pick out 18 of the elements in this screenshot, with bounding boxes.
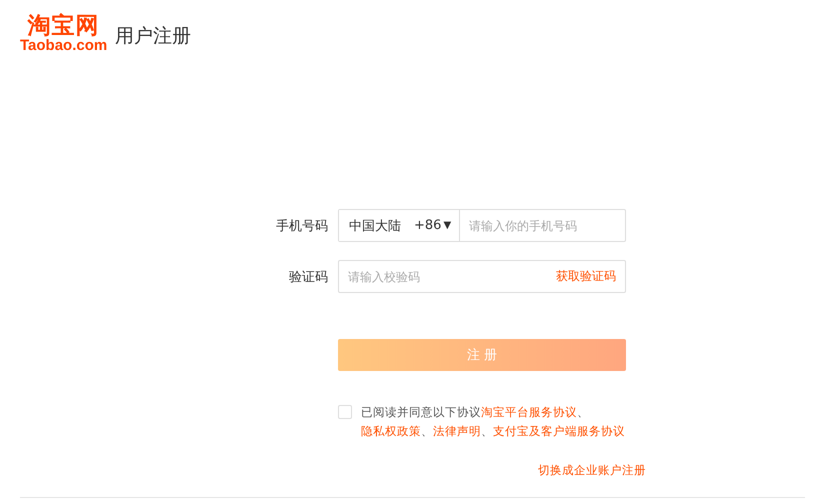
page-title: 用户注册	[115, 24, 192, 48]
agreement-link[interactable]: 法律声明	[433, 424, 481, 438]
field-label: 验证码	[288, 268, 329, 286]
agree-checkbox[interactable]	[338, 405, 352, 419]
captcha-field[interactable]: 请输入校验码 获取验证码	[338, 260, 626, 293]
agreement-link[interactable]: 隐私权政策	[361, 424, 421, 438]
separator: 、	[481, 424, 493, 438]
agreement-link[interactable]: 淘宝平台服务协议	[481, 405, 577, 419]
agreement-text: 已阅读并同意以下协议	[361, 405, 481, 419]
separator: 、	[421, 424, 433, 438]
get-code-link[interactable]: 获取验证码	[556, 268, 625, 285]
phone-field[interactable]: 中国大陆 +86▼ 请输入你的手机号码	[338, 209, 626, 242]
agreement-link[interactable]: 支付宝及客户端服务协议	[493, 424, 625, 438]
region-select[interactable]: 中国大陆 +86▼	[339, 210, 460, 241]
field-label: 手机号码	[275, 218, 329, 234]
enterprise-register-link[interactable]: 切换成企业账户注册	[538, 463, 646, 478]
taobao-logo[interactable]: 淘宝网 Taobao.com	[20, 14, 108, 53]
separator: 、	[577, 405, 589, 419]
